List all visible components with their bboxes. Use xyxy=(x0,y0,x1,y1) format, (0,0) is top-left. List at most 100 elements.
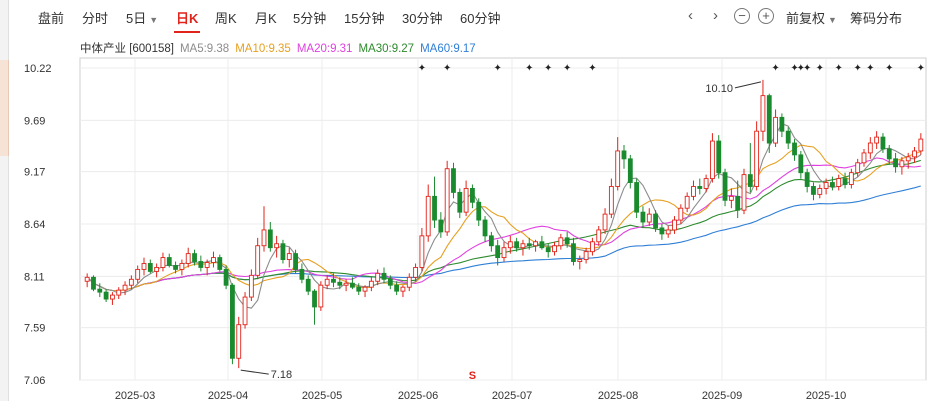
candle-body xyxy=(646,213,652,223)
candle-body xyxy=(659,227,665,235)
event-marker-icon: ✦ xyxy=(544,63,552,74)
candle xyxy=(110,292,115,305)
candle xyxy=(438,212,444,238)
candle-body xyxy=(602,213,608,231)
candle-body xyxy=(867,142,873,154)
candle-body xyxy=(533,241,538,247)
event-marker-icon: ✦ xyxy=(563,63,571,74)
candle xyxy=(236,316,242,369)
x-axis: 2025-03 2025-04 2025-05 2025-06 2025-07 2025-… xyxy=(115,390,846,401)
candle-body xyxy=(293,253,298,270)
candle-body xyxy=(438,219,444,233)
candle xyxy=(627,154,633,189)
candle-body xyxy=(507,241,513,249)
candle-body xyxy=(406,276,412,288)
candle xyxy=(728,188,734,209)
candle-body xyxy=(766,95,772,144)
candle xyxy=(280,239,286,264)
candle xyxy=(830,176,835,191)
candle xyxy=(811,182,816,201)
candle-body xyxy=(312,290,317,308)
candle-body xyxy=(223,268,229,286)
candle xyxy=(185,247,191,268)
candle xyxy=(867,137,873,159)
candle xyxy=(223,265,229,290)
candle xyxy=(590,237,595,256)
candle-body xyxy=(141,263,147,270)
candle-body xyxy=(608,186,614,215)
high-label: 10.10 xyxy=(705,83,733,95)
candle-body xyxy=(425,195,431,237)
candle-body xyxy=(488,235,494,247)
candle-body xyxy=(710,140,715,180)
candle-body xyxy=(204,262,210,268)
candle-body xyxy=(552,245,557,253)
candle-body xyxy=(337,281,343,286)
kline-chart[interactable]: 10.107.18✦ ✦ ✦ ✦ ✦ ✦ ✦ ✦ ✦✦✦ ✦ ✦ ✦ ✦ ✦ ✦S 10.229.699.1… xyxy=(0,0,944,401)
candle xyxy=(84,273,90,288)
plot-border xyxy=(79,57,927,381)
candle-body xyxy=(91,276,96,290)
candle-body xyxy=(274,243,280,249)
candle-body xyxy=(185,253,191,264)
candle-body xyxy=(665,229,671,235)
candle xyxy=(722,168,728,207)
candle xyxy=(596,225,602,246)
candle-body xyxy=(242,296,248,326)
candle-body xyxy=(413,266,418,278)
candle xyxy=(634,178,640,219)
candle-body xyxy=(166,257,172,266)
y-tick-label: 9.17 xyxy=(24,167,45,179)
candle xyxy=(154,263,160,278)
candle-body xyxy=(716,140,722,174)
candle-body xyxy=(116,289,122,296)
candle-body xyxy=(880,136,886,150)
candle xyxy=(672,216,677,234)
candle xyxy=(533,239,538,252)
candle-body xyxy=(457,191,463,213)
candle-body xyxy=(861,152,867,164)
candle-body xyxy=(103,291,109,300)
candle-body xyxy=(893,158,898,168)
event-marker-icon: ✦ xyxy=(866,63,874,74)
event-marker-icon: ✦ xyxy=(443,63,451,74)
candle-body xyxy=(590,241,595,253)
candle-body xyxy=(400,286,406,292)
candle-body xyxy=(899,160,905,168)
candle-body xyxy=(741,174,747,211)
candle-body xyxy=(817,188,823,195)
candle xyxy=(558,233,564,250)
candle-body xyxy=(728,195,734,201)
candle-body xyxy=(122,284,128,291)
candle-body xyxy=(653,213,658,229)
candle xyxy=(368,277,374,292)
candle xyxy=(621,145,627,169)
candle xyxy=(135,265,141,284)
candle xyxy=(476,198,482,226)
candle xyxy=(804,168,810,193)
candle-body xyxy=(451,168,456,193)
candle-body xyxy=(747,174,753,187)
candle-body xyxy=(722,172,728,201)
candle xyxy=(91,275,96,292)
x-tick-label: 2025-04 xyxy=(208,390,248,401)
candle xyxy=(665,225,671,238)
candle xyxy=(754,121,760,191)
event-marker-icon: ✦ xyxy=(418,63,426,74)
candle xyxy=(451,162,456,199)
candle-body xyxy=(147,263,153,272)
line-ma10 xyxy=(86,144,921,292)
candle-body xyxy=(691,186,696,197)
event-marker-icon: ✦ xyxy=(917,63,925,74)
candle-body xyxy=(672,219,677,231)
candle xyxy=(457,188,463,219)
candle-body xyxy=(394,284,400,292)
candle-body xyxy=(350,282,355,288)
candle-body xyxy=(886,148,892,160)
candle-body xyxy=(261,229,267,247)
candle xyxy=(874,131,880,149)
candle-body xyxy=(830,182,835,187)
candle xyxy=(646,208,652,226)
candle xyxy=(817,184,823,199)
candle xyxy=(230,283,235,365)
